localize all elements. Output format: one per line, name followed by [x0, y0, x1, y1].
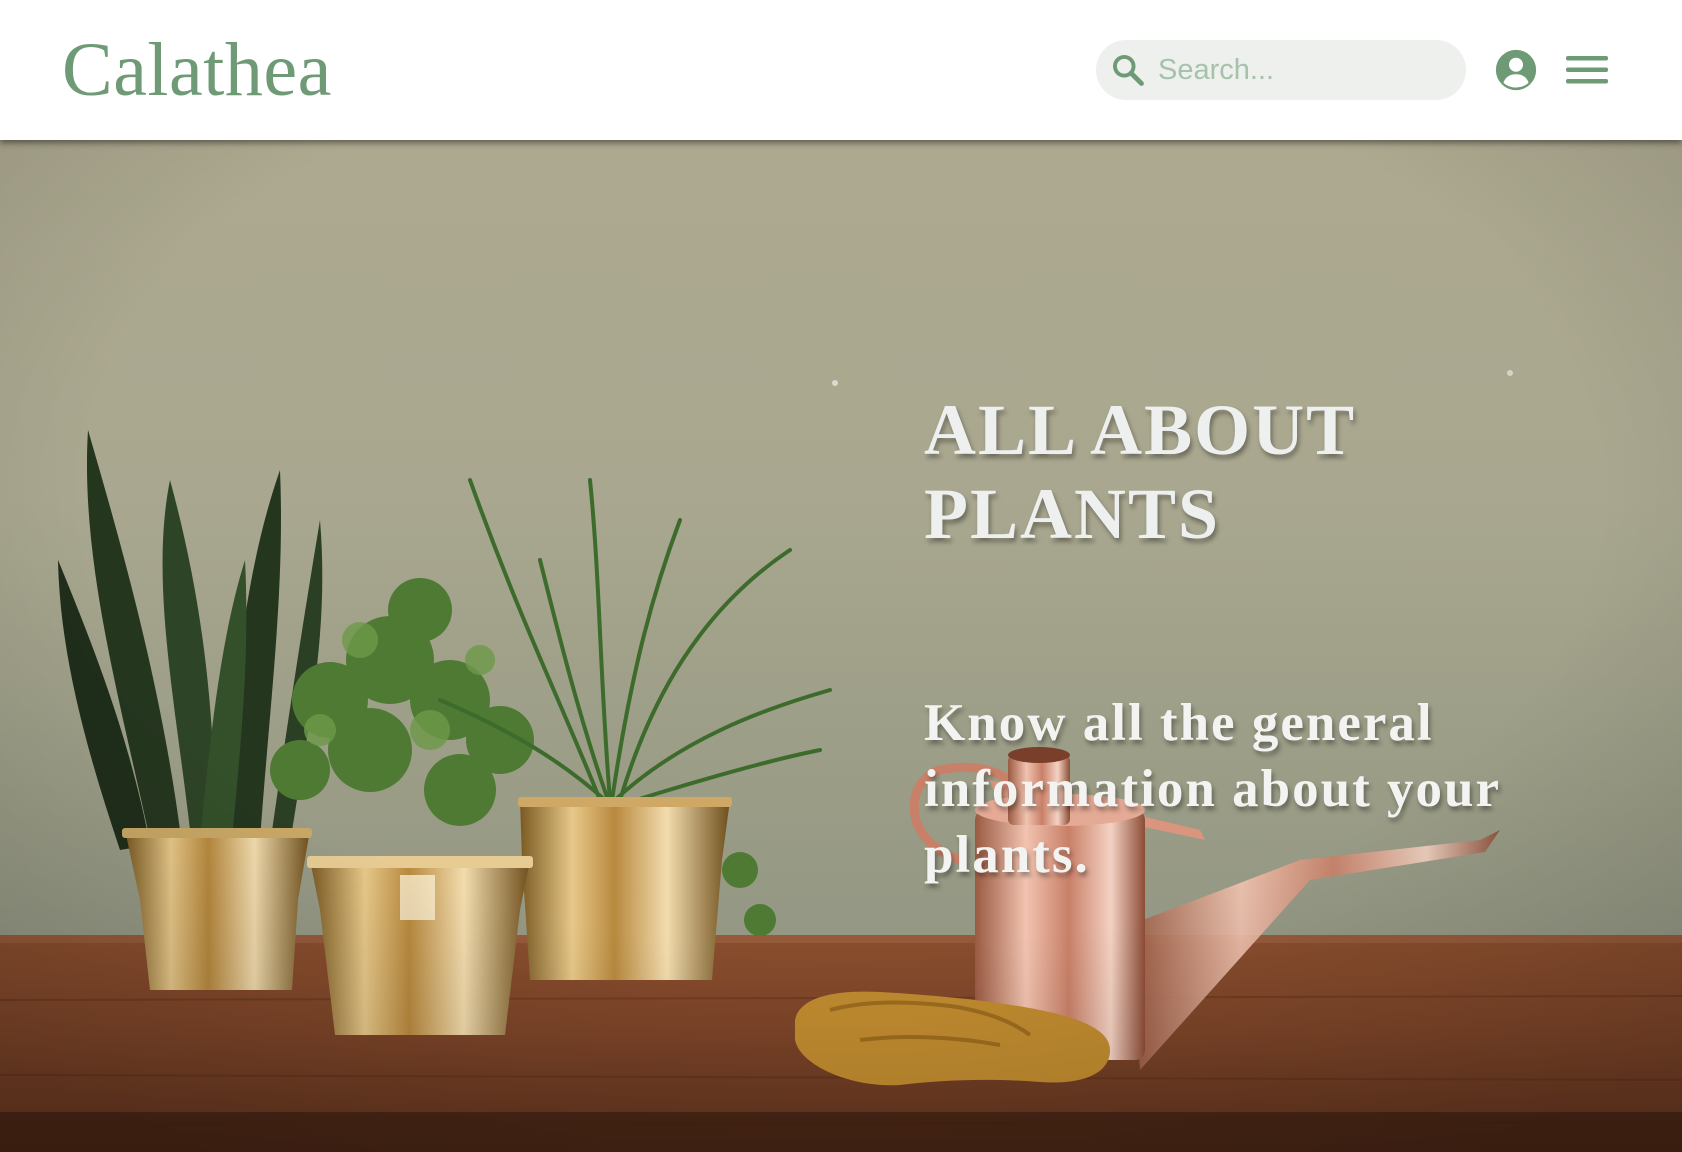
- hero-background-image: [0, 140, 1682, 1152]
- hero-title-line: PLANTS: [924, 474, 1221, 554]
- hero-subtitle: Know all the general information about y…: [924, 690, 1584, 888]
- hero-subtitle-line: information about your: [924, 760, 1501, 818]
- brand-logo[interactable]: Calathea: [62, 24, 332, 116]
- search-bar[interactable]: [1096, 40, 1466, 100]
- site-header: Calathea: [0, 0, 1682, 140]
- search-input[interactable]: [1158, 40, 1448, 100]
- hero-subtitle-line: plants.: [924, 826, 1090, 884]
- hero-title-line: ALL ABOUT: [924, 390, 1357, 470]
- hamburger-menu-icon[interactable]: [1564, 50, 1610, 90]
- hero-section: ALL ABOUT PLANTS Know all the general in…: [0, 140, 1682, 1152]
- hero-title: ALL ABOUT PLANTS: [924, 388, 1624, 556]
- account-circle-icon[interactable]: [1495, 49, 1537, 91]
- search-icon[interactable]: [1110, 52, 1146, 88]
- hero-subtitle-line: Know all the general: [924, 694, 1434, 752]
